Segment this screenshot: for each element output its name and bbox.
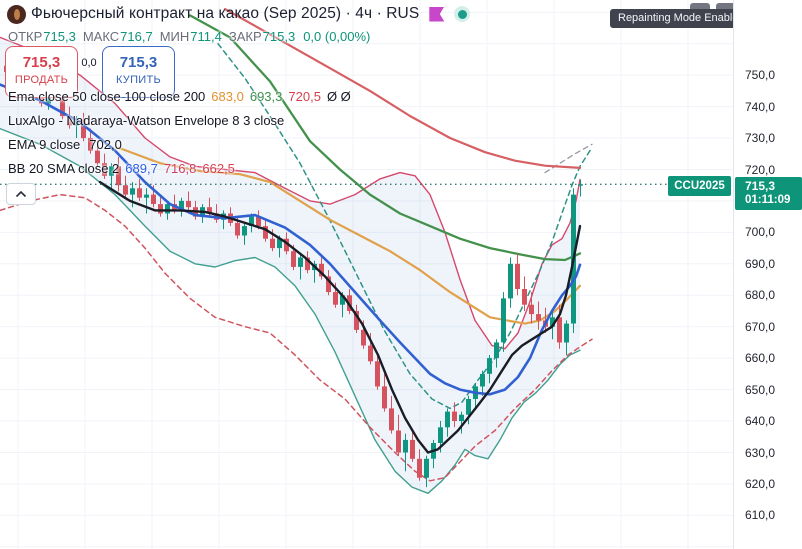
ema9-value: 702,0 [89,137,122,152]
instrument-logo-icon [7,5,26,24]
high-label: МАКС [82,29,120,44]
price-axis[interactable]: 715,3 01:11:09 750,0 740,0 730,0 720,0 700,0… [733,0,802,549]
price-tick-label: 690,0 [745,256,776,271]
chart-window: Фьючерсный контракт на какао (Sep 2025) … [0,0,802,549]
price-tick-label: 620,0 [745,476,776,491]
high-value: 716,7 [120,29,153,44]
change-value: 0,0 (0,00%) [303,29,371,44]
price-tick-label: 650,0 [745,382,776,397]
price-tick-label: 660,0 [745,351,776,366]
legend-luxalgo[interactable]: LuxAlgo - Nadaraya-Watson Envelope 8 3 c… [8,113,284,128]
price-tick-label: 720,0 [745,162,776,177]
symbol-badge: CCU2025 [668,176,731,196]
ohlc-readout: ОТКР 715,3 МАКС 716,7 МИН 711,4 ЗАКР 715,3 0… [8,29,370,44]
price-tick-label: 740,0 [745,99,776,114]
price-tick-label: 700,0 [745,225,776,240]
low-value: 711,4 [190,29,222,44]
collapse-legend-button[interactable] [6,183,36,205]
page-title[interactable]: Фьючерсный контракт на какао (Sep 2025) … [31,5,419,23]
legend-bb[interactable]: BB 20 SMA close 2 689,7 716,8 662,5 [8,161,235,176]
last-price-badge: 715,3 01:11:09 [735,177,802,210]
flag-icon[interactable] [429,6,445,22]
close-value: 715,3 [262,29,296,44]
legend-label: BB 20 SMA close 2 [8,161,120,176]
legend-ema9[interactable]: EMA 9 close 702,0 [8,137,122,152]
open-label: ОТКР [8,29,43,44]
legend-label: EMA 9 close [8,137,81,152]
low-label: МИН [159,29,190,44]
price-tick-label: 680,0 [745,288,776,303]
bb-basis-value: 689,7 [125,161,158,176]
last-price-value: 715,3 [745,179,776,193]
header: Фьючерсный контракт на какао (Sep 2025) … [31,5,471,23]
sell-price: 715,3 [22,54,61,71]
price-tick-label: 610,0 [745,508,776,523]
price-tick-label: 730,0 [745,131,776,145]
market-status-icon[interactable] [454,6,471,22]
ema100-value: 693,3 [249,89,283,104]
bar-countdown: 01:11:09 [745,194,791,206]
chevron-up-icon [15,190,27,198]
bb-upper-value: 716,8 [163,161,197,176]
bb-lower-value: 662,5 [202,161,235,176]
open-value: 715,3 [43,29,76,44]
spread-value: 0,0 [81,57,97,69]
buy-label: КУПИТЬ [115,74,162,86]
sell-label: ПРОДАТЬ [14,74,69,86]
ema-suffix: Ø Ø [326,89,351,104]
price-tick-label: 640,0 [745,414,776,428]
ema200-value: 720,5 [288,89,321,104]
repainting-tooltip: Repainting Mode Enabled [610,9,753,28]
price-tick-label: 670,0 [745,319,776,334]
legend-ema-multi[interactable]: Ema close 50 close 100 close 200 683,0 6… [8,89,351,104]
price-tick-label: 750,0 [745,68,776,83]
legend-label: Ema close 50 close 100 close 200 [8,89,206,104]
legend-label: LuxAlgo - Nadaraya-Watson Envelope 8 3 c… [8,113,285,128]
buy-price: 715,3 [119,54,158,71]
price-tick-label: 630,0 [745,445,776,460]
close-label: ЗАКР [228,29,262,44]
ema50-value: 683,0 [211,89,244,104]
